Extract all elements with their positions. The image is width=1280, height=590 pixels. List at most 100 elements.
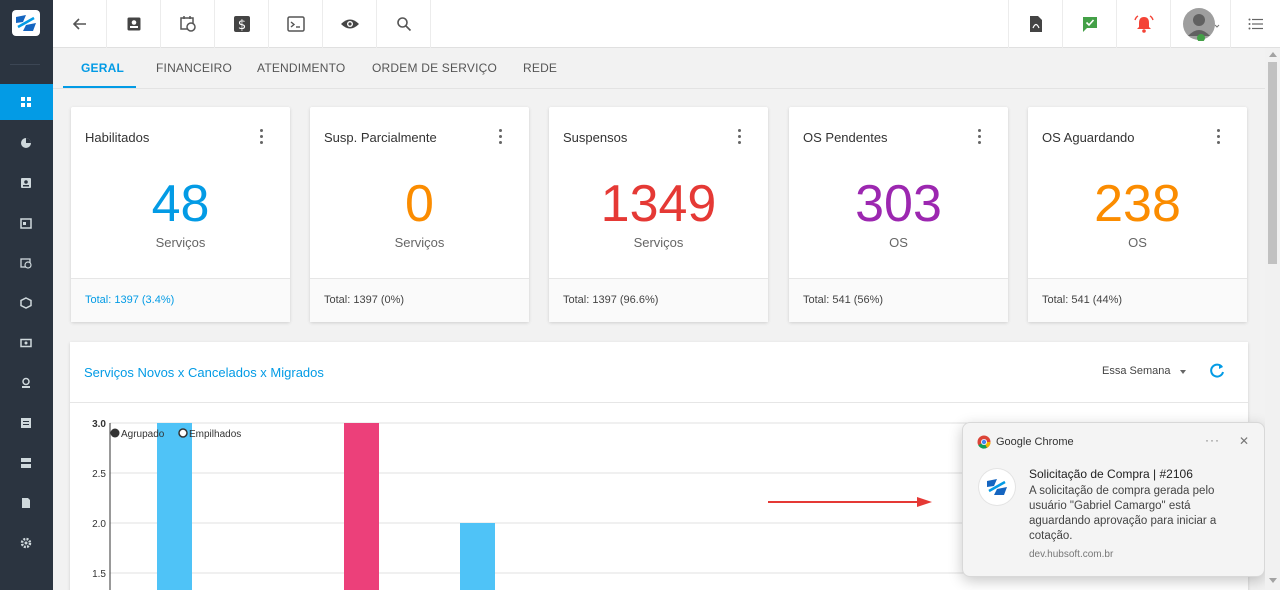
dashboard-icon[interactable] (19, 95, 33, 109)
chrome-icon (977, 435, 991, 449)
svg-text:$: $ (237, 18, 245, 33)
more-vert-icon[interactable] (1217, 129, 1221, 145)
red-arrow-annotation (768, 497, 932, 507)
pie-chart-icon[interactable] (19, 136, 33, 150)
card-title: Suspensos (563, 130, 628, 145)
card-unit: Serviços (155, 235, 206, 250)
finance-button[interactable]: $ (215, 0, 269, 48)
hubsoft-logo (979, 469, 1015, 505)
top-toolbar: $ (53, 0, 1280, 48)
card-unit: Serviços (633, 235, 684, 250)
card-title: OS Pendentes (803, 130, 888, 145)
tab-rede[interactable]: REDE (523, 48, 557, 88)
card-unit: OS (889, 235, 908, 250)
card-footer: Total: 1397 (3.4%) (71, 278, 290, 322)
sidebar (0, 0, 53, 590)
card-footer: Total: 1397 (0%) (310, 278, 529, 322)
chart-bar[interactable] (157, 423, 192, 590)
tab-atendimento[interactable]: ATENDIMENTO (257, 48, 345, 88)
stat-card-habilitados: Habilitados 48 Serviços Total: 1397 (3.4… (71, 107, 290, 322)
more-vert-icon[interactable] (978, 129, 982, 145)
document-icon[interactable] (19, 496, 33, 510)
card-value: 238 (1094, 175, 1181, 233)
card-total: Total: 541 (56%) (803, 294, 884, 306)
user-avatar-icon (1182, 8, 1219, 41)
card-title: Habilitados (85, 130, 150, 145)
contact-card-icon[interactable] (19, 176, 33, 190)
pdf-button[interactable] (1008, 0, 1062, 48)
calendar-clock-icon (179, 16, 196, 32)
card-title: OS Aguardando (1042, 130, 1135, 145)
stat-card-suspensos: Suspensos 1349 Serviços Total: 1397 (96.… (549, 107, 768, 322)
alarm-button[interactable] (1116, 0, 1170, 48)
more-vert-icon[interactable] (499, 129, 503, 145)
chart-bar[interactable] (344, 423, 379, 590)
hubsoft-logo[interactable] (12, 10, 40, 36)
pdf-icon (1029, 16, 1042, 32)
close-icon[interactable]: ✕ (1239, 434, 1249, 448)
contacts-button[interactable] (107, 0, 161, 48)
y-tick-label: 1.5 (92, 569, 106, 580)
card-value: 0 (405, 175, 434, 233)
scroll-down-arrow[interactable] (1269, 578, 1277, 583)
card-total: Total: 541 (44%) (1042, 294, 1123, 306)
y-tick-label: 3.0 (92, 419, 106, 430)
tab-geral[interactable]: GERAL (81, 48, 124, 88)
schedule-button[interactable] (161, 0, 215, 48)
chart-bar[interactable] (460, 523, 495, 590)
list-menu-icon (1248, 18, 1263, 30)
menu-button[interactable] (1230, 0, 1280, 48)
stat-card-susp-parcialmente: Susp. Parcialmente 0 Serviços Total: 139… (310, 107, 529, 322)
search-button[interactable] (377, 0, 431, 48)
legend-marker-agrupado[interactable] (110, 428, 120, 438)
more-options-icon[interactable]: ··· (1205, 433, 1220, 447)
server-icon[interactable] (19, 456, 33, 470)
list-box-icon[interactable] (19, 416, 33, 430)
scroll-up-arrow[interactable] (1269, 52, 1277, 57)
legend-marker-empilhados[interactable] (178, 428, 188, 438)
user-menu-button[interactable] (1170, 0, 1230, 48)
location-user-icon[interactable] (19, 376, 33, 390)
card-value: 303 (855, 175, 942, 233)
card-total: Total: 1397 (3.4%) (85, 294, 175, 306)
chrome-notification[interactable]: Google Chrome ··· ✕ Solicitação de Compr… (962, 422, 1265, 577)
notification-title: Solicitação de Compra | #2106 (1029, 467, 1193, 481)
legend-label-agrupado[interactable]: Agrupado (121, 429, 165, 440)
card-unit: OS (1128, 235, 1147, 250)
gear-icon[interactable] (19, 536, 33, 550)
money-icon[interactable] (19, 336, 33, 350)
card-value: 48 (151, 175, 210, 233)
calendar-icon[interactable] (19, 216, 33, 230)
back-arrow-icon (72, 18, 86, 30)
card-total: Total: 1397 (0%) (324, 294, 405, 306)
more-vert-icon[interactable] (260, 129, 264, 145)
card-footer: Total: 1397 (96.6%) (549, 278, 768, 322)
tabs-divider (53, 88, 1265, 89)
chevron-down-icon[interactable] (1180, 370, 1186, 374)
y-tick-label: 2.0 (92, 519, 106, 530)
notification-body: A solicitação de compra gerada pelo usuá… (1029, 485, 1217, 542)
chat-button[interactable] (1062, 0, 1116, 48)
scroll-thumb[interactable] (1268, 62, 1277, 264)
search-icon (396, 17, 411, 32)
notification-app-name: Google Chrome (996, 436, 1074, 448)
legend-label-empilhados[interactable]: Empilhados (189, 429, 241, 440)
terminal-button[interactable] (269, 0, 323, 48)
card-unit: Serviços (394, 235, 445, 250)
page-scrollbar[interactable] (1265, 48, 1280, 590)
card-footer: Total: 541 (44%) (1028, 278, 1247, 322)
section-tabs: GERAL FINANCEIRO ATENDIMENTO ORDEM DE SE… (63, 48, 1263, 88)
sidebar-divider (10, 64, 40, 65)
period-select[interactable]: Essa Semana (1102, 365, 1170, 377)
tab-financeiro[interactable]: FINANCEIRO (156, 48, 232, 88)
terminal-icon (286, 16, 305, 32)
card-total: Total: 1397 (96.6%) (563, 294, 659, 306)
notification-site: dev.hubsoft.com.br (1029, 549, 1114, 560)
calendar-clock-icon[interactable] (19, 256, 33, 270)
refresh-icon[interactable] (1208, 362, 1226, 380)
cube-icon[interactable] (19, 296, 33, 310)
back-button[interactable] (53, 0, 107, 48)
tab-ordem-de-servico[interactable]: ORDEM DE SERVIÇO (372, 48, 497, 88)
view-button[interactable] (323, 0, 377, 48)
more-vert-icon[interactable] (738, 129, 742, 145)
